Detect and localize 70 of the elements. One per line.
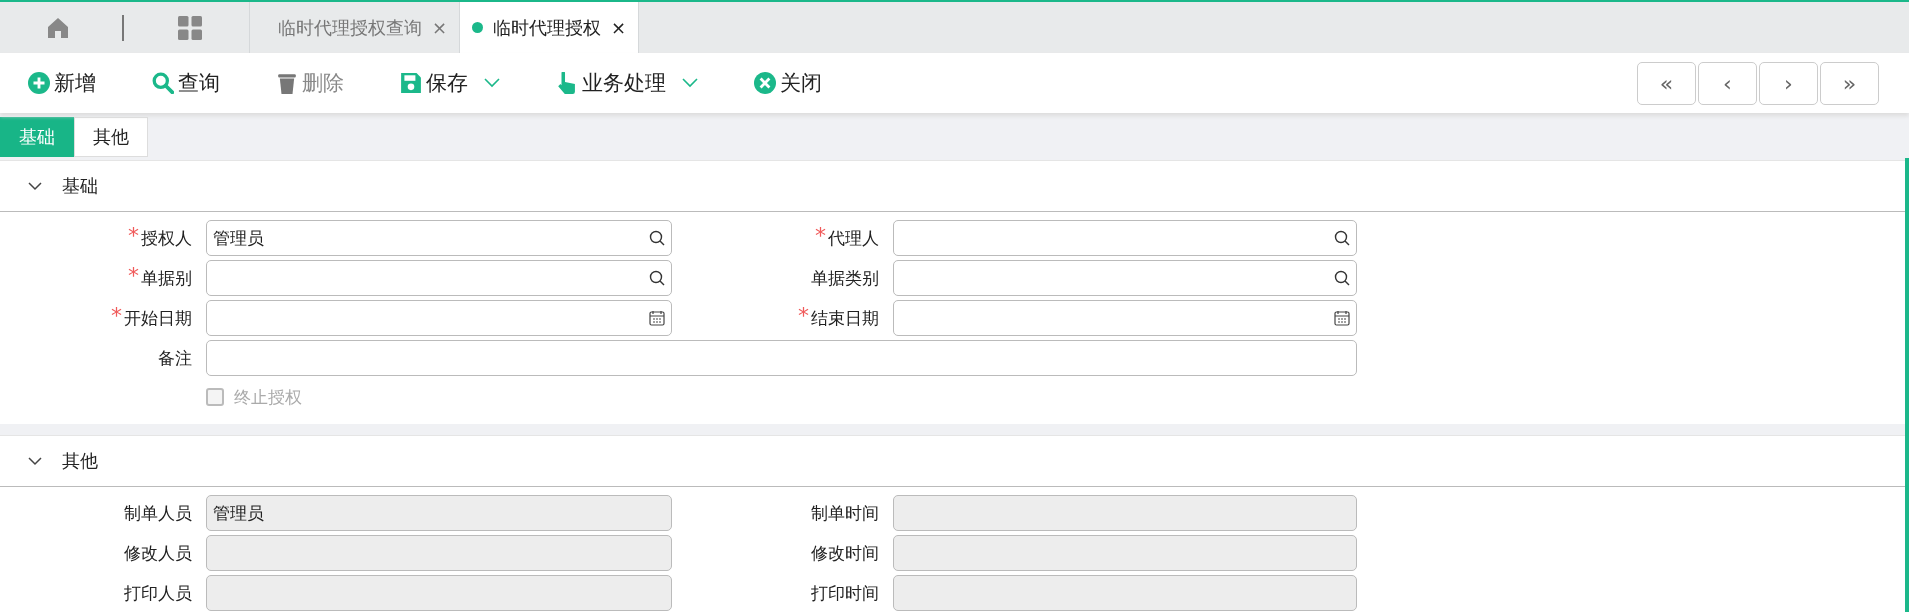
input-field[interactable] — [893, 260, 1357, 296]
field-label: 开始日期 — [124, 306, 192, 330]
input-field[interactable] — [206, 575, 672, 611]
add-button[interactable]: 新增 — [28, 69, 96, 97]
pager-button[interactable]: » — [1820, 61, 1879, 105]
required-mark: * — [111, 302, 122, 328]
close-icon — [754, 72, 776, 94]
field-label: 修改人员 — [124, 541, 192, 565]
active-dot — [472, 22, 484, 33]
input-field[interactable] — [206, 535, 672, 571]
scrollbar[interactable] — [1905, 158, 1909, 612]
input-field[interactable] — [893, 300, 1357, 336]
search-button[interactable]: 查询 — [152, 69, 220, 97]
required-mark: * — [128, 262, 139, 288]
field-label: 代理人 — [828, 226, 879, 250]
input-field[interactable] — [206, 300, 672, 336]
field-label: 单据类别 — [811, 266, 879, 290]
pager-button[interactable]: › — [1759, 61, 1818, 105]
grid-icon[interactable] — [178, 15, 203, 40]
tab-label: 临时代理授权 — [493, 15, 602, 40]
close-icon[interactable]: × — [611, 17, 627, 38]
save-button[interactable]: 保存 — [400, 69, 500, 97]
required-mark: * — [815, 222, 826, 248]
pager-button[interactable]: ‹ — [1698, 61, 1757, 105]
search-icon[interactable] — [1334, 230, 1350, 246]
required-mark: * — [798, 302, 809, 328]
pager-button[interactable]: « — [1637, 61, 1696, 105]
trash-icon — [276, 72, 298, 94]
input-field[interactable] — [206, 340, 1357, 376]
caret-icon — [484, 78, 500, 88]
field-label: 制单人员 — [124, 501, 192, 525]
search-icon — [152, 72, 174, 94]
calendar-icon[interactable] — [1334, 310, 1350, 326]
close-icon[interactable]: × — [432, 17, 448, 38]
close-button[interactable]: 关闭 — [754, 69, 822, 97]
plus-circle-icon — [28, 72, 50, 94]
input-field[interactable] — [206, 260, 672, 296]
chevron-icon[interactable] — [28, 179, 42, 193]
field-label: 结束日期 — [811, 306, 879, 330]
chevron-icon[interactable] — [28, 454, 42, 468]
field-value: 管理员 — [213, 226, 265, 250]
field-label: 授权人 — [141, 226, 192, 250]
required-mark: * — [128, 222, 139, 248]
field-value: 管理员 — [213, 501, 265, 525]
input-field[interactable]: 管理员 — [206, 495, 672, 531]
page-tab[interactable]: 临时代理授权 × — [460, 2, 640, 53]
input-field[interactable] — [893, 220, 1357, 256]
section-tab[interactable]: 其他 — [74, 117, 148, 157]
process-button[interactable]: 业务处理 — [556, 69, 698, 97]
checkbox-label: 终止授权 — [234, 385, 302, 409]
field-label: 打印人员 — [124, 581, 192, 605]
input-field[interactable] — [893, 535, 1357, 571]
pointing-hand-icon — [556, 72, 578, 94]
field-label: 打印时间 — [811, 581, 879, 605]
input-field[interactable] — [893, 575, 1357, 611]
search-icon[interactable] — [649, 230, 665, 246]
home-icon[interactable] — [46, 16, 69, 39]
field-label: 制单时间 — [811, 501, 879, 525]
search-icon[interactable] — [1334, 270, 1350, 286]
search-icon[interactable] — [649, 270, 665, 286]
field-label: 备注 — [158, 346, 192, 370]
field-label: 单据别 — [141, 266, 192, 290]
field-label: 修改时间 — [811, 541, 879, 565]
section-title: 其他 — [62, 449, 98, 473]
input-field[interactable]: 管理员 — [206, 220, 672, 256]
calendar-icon[interactable] — [649, 310, 665, 326]
tab-label: 临时代理授权查询 — [278, 15, 422, 40]
section-title: 基础 — [62, 174, 98, 198]
caret-icon — [682, 78, 698, 88]
input-field[interactable] — [893, 495, 1357, 531]
